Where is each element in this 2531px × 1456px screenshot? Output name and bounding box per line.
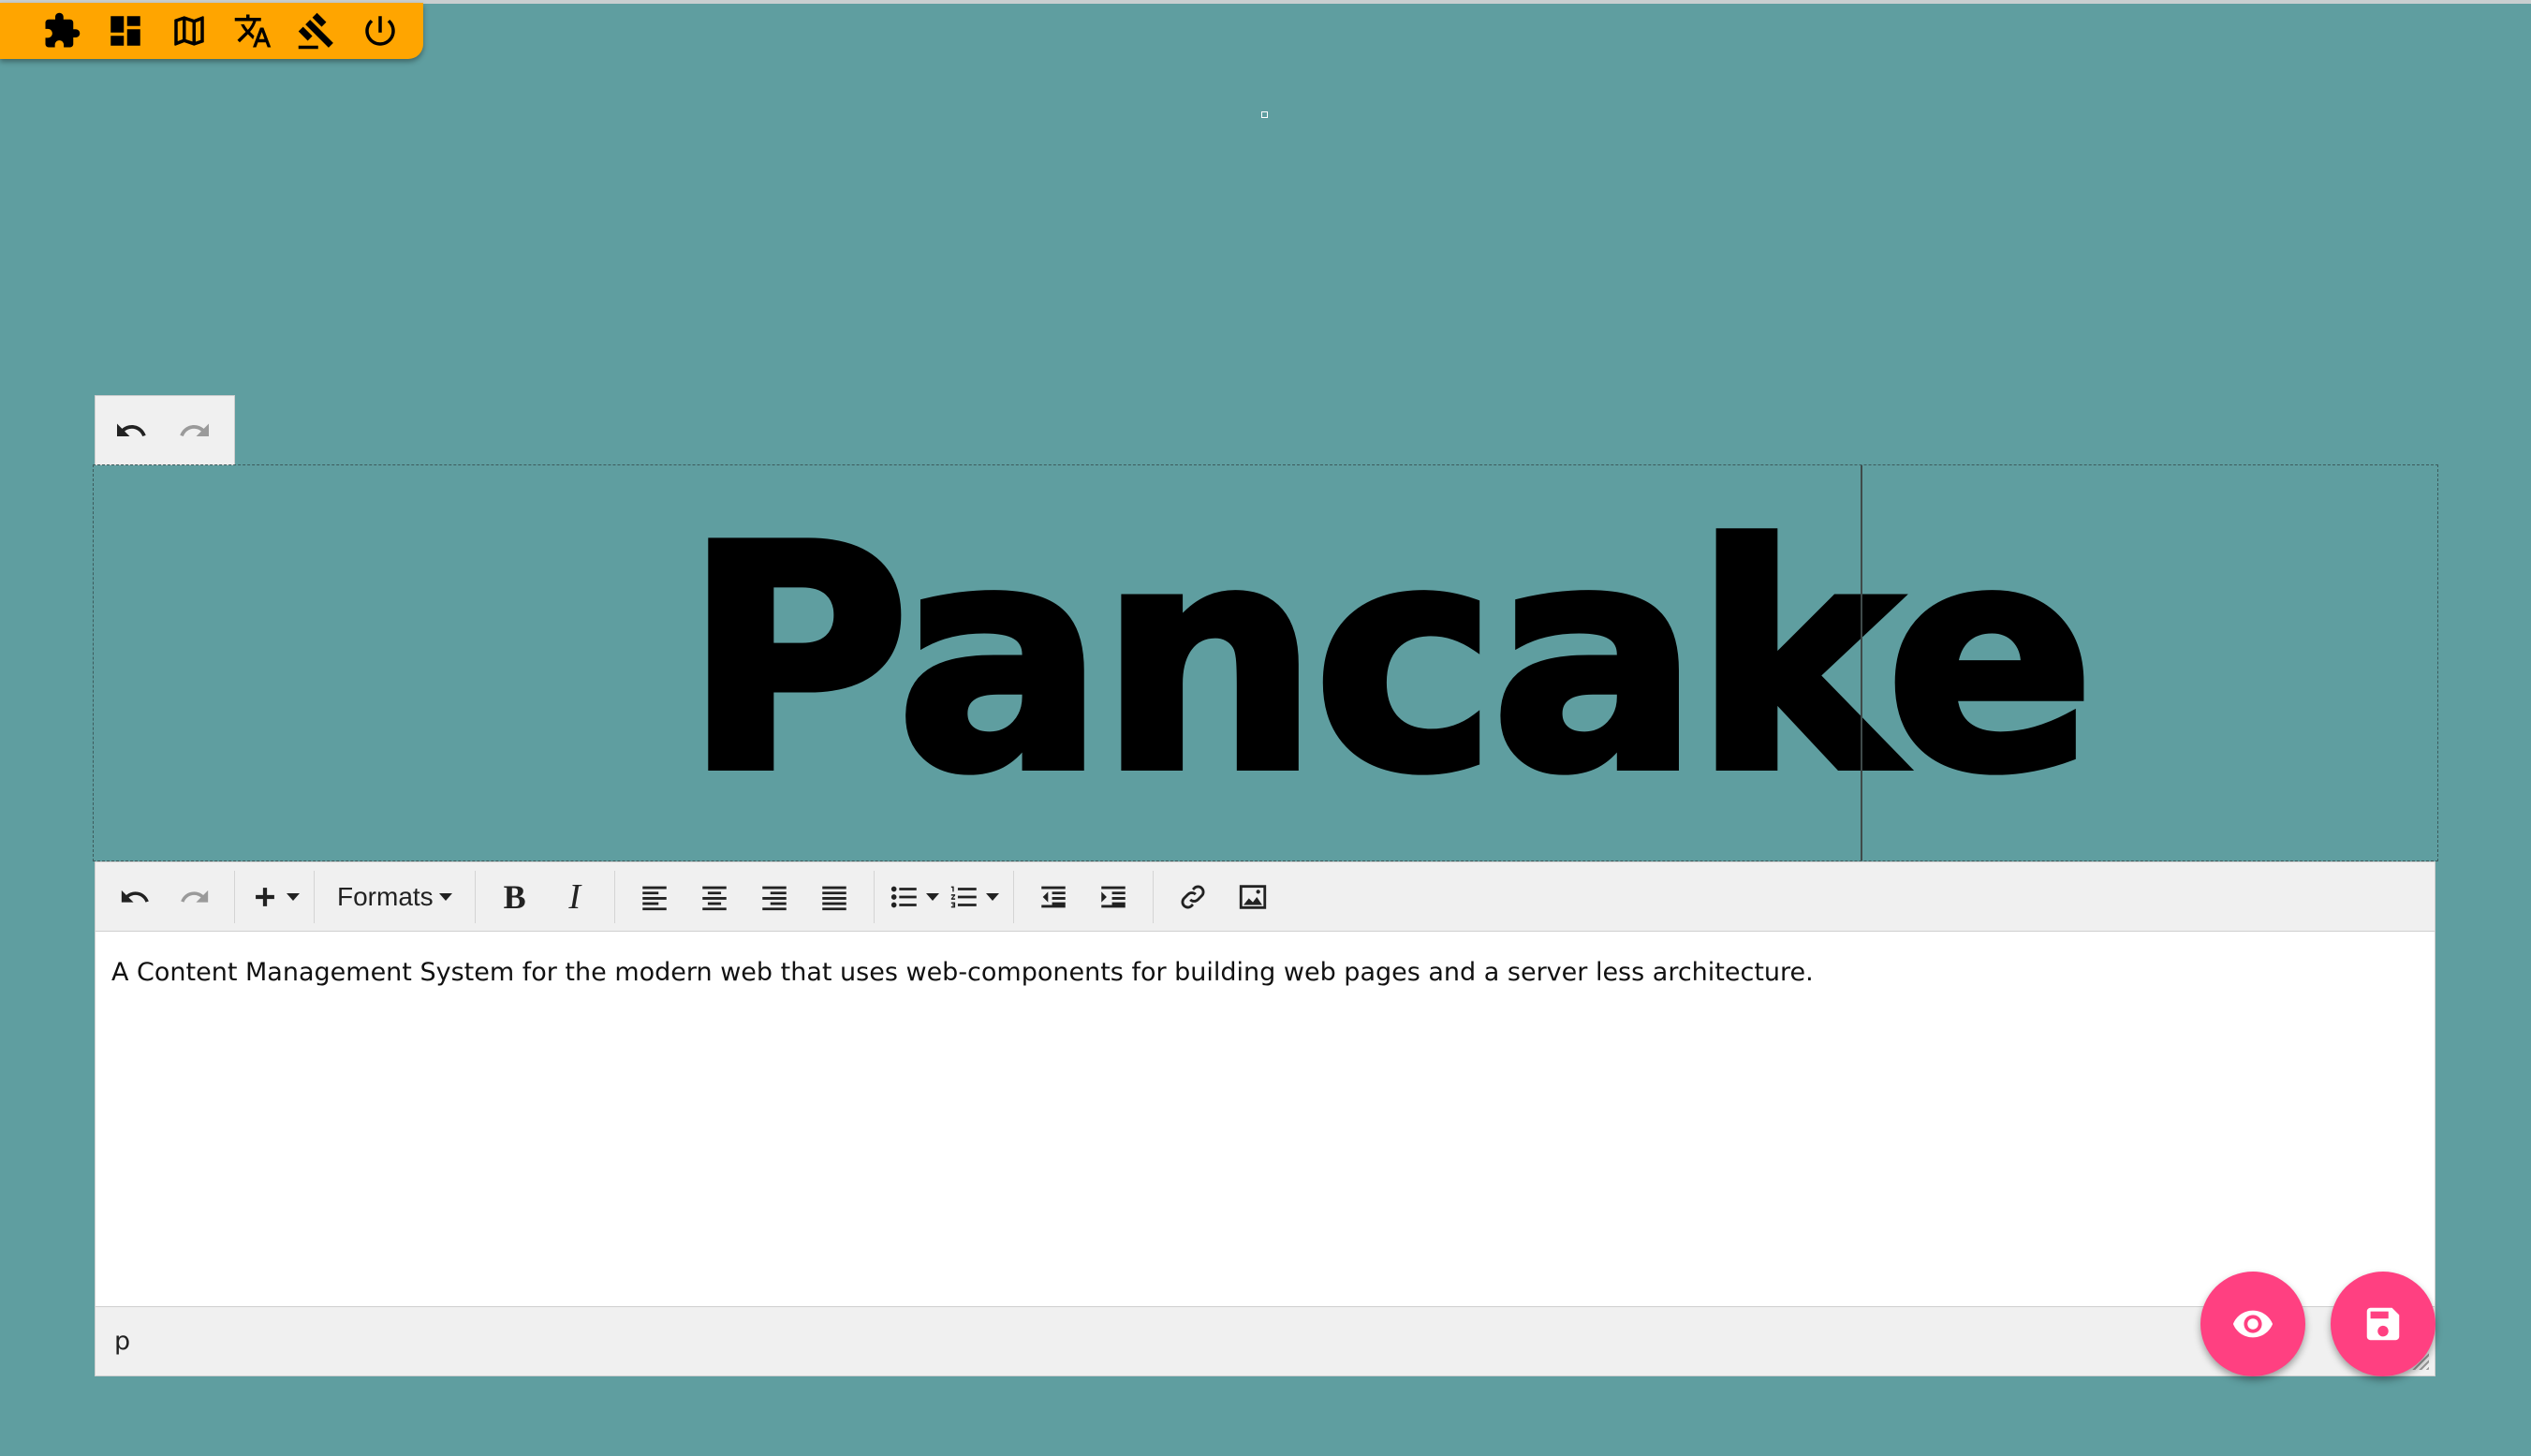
- image-icon: [1239, 884, 1266, 909]
- outdent-icon: [1040, 886, 1066, 907]
- redo-icon[interactable]: [178, 414, 212, 448]
- drop-marker: [1261, 111, 1268, 118]
- align-left-icon: [641, 886, 667, 910]
- dashboard-icon[interactable]: [105, 10, 146, 51]
- save-button[interactable]: [2331, 1272, 2435, 1376]
- bullet-list-button[interactable]: [888, 873, 940, 921]
- editor-statusbar: p: [96, 1306, 2435, 1375]
- preview-button[interactable]: [2200, 1272, 2305, 1376]
- align-center-icon: [701, 886, 727, 910]
- text-caret: [1861, 465, 1862, 860]
- rich-text-editor: Formats B I A Content Management System …: [95, 861, 2435, 1376]
- numbered-list-icon: [950, 886, 977, 907]
- chevron-down-icon: [438, 892, 452, 901]
- title-toolbar: [95, 395, 235, 465]
- insert-media-group: [1154, 871, 1292, 923]
- indent-icon: [1100, 886, 1126, 907]
- bullet-list-icon: [890, 886, 917, 907]
- chevron-down-icon: [287, 892, 300, 901]
- undo-icon: [121, 890, 149, 903]
- insert-plus-icon: [256, 887, 274, 906]
- chevron-down-icon: [985, 892, 999, 901]
- element-path[interactable]: p: [114, 1327, 130, 1356]
- align-justify-icon: [821, 886, 846, 910]
- app-toolbar: [0, 3, 423, 59]
- italic-button[interactable]: I: [549, 873, 601, 921]
- align-right-button[interactable]: [748, 873, 801, 921]
- indent-button[interactable]: [1087, 873, 1140, 921]
- numbered-list-button[interactable]: [948, 873, 1000, 921]
- bold-button[interactable]: B: [489, 873, 541, 921]
- translate-icon[interactable]: [232, 10, 273, 51]
- indent-group: [1014, 870, 1154, 923]
- formats-group: Formats: [315, 870, 476, 923]
- power-icon[interactable]: [360, 10, 401, 51]
- image-button[interactable]: [1227, 873, 1279, 921]
- insert-menu-button[interactable]: [248, 873, 301, 921]
- map-icon[interactable]: [169, 10, 210, 51]
- editor-toolbar: Formats B I: [96, 862, 2435, 932]
- style-group: B I: [476, 870, 615, 923]
- align-right-icon: [761, 886, 787, 910]
- align-center-button[interactable]: [688, 873, 741, 921]
- redo-button[interactable]: [169, 873, 221, 921]
- list-group: [875, 870, 1014, 923]
- redo-icon: [181, 890, 209, 903]
- editor-content-area[interactable]: A Content Management System for the mode…: [96, 932, 2435, 1306]
- chevron-down-icon: [925, 892, 939, 901]
- formats-dropdown[interactable]: Formats: [328, 873, 462, 921]
- puzzle-icon[interactable]: [41, 10, 82, 51]
- undo-icon[interactable]: [114, 414, 148, 448]
- link-icon: [1181, 885, 1205, 908]
- gavel-icon[interactable]: [296, 10, 337, 51]
- eye-icon: [2232, 1310, 2273, 1338]
- content-paragraph[interactable]: A Content Management System for the mode…: [111, 958, 2419, 987]
- align-left-button[interactable]: [628, 873, 681, 921]
- link-button[interactable]: [1167, 873, 1219, 921]
- undo-button[interactable]: [109, 873, 161, 921]
- history-group: [96, 870, 235, 923]
- align-justify-button[interactable]: [808, 873, 861, 921]
- save-icon: [2366, 1307, 2400, 1341]
- align-group: [615, 870, 875, 923]
- insert-group: [235, 870, 315, 923]
- site-title[interactable]: Pancake: [680, 473, 2098, 847]
- formats-label: Formats: [337, 881, 434, 911]
- outdent-button[interactable]: [1027, 873, 1080, 921]
